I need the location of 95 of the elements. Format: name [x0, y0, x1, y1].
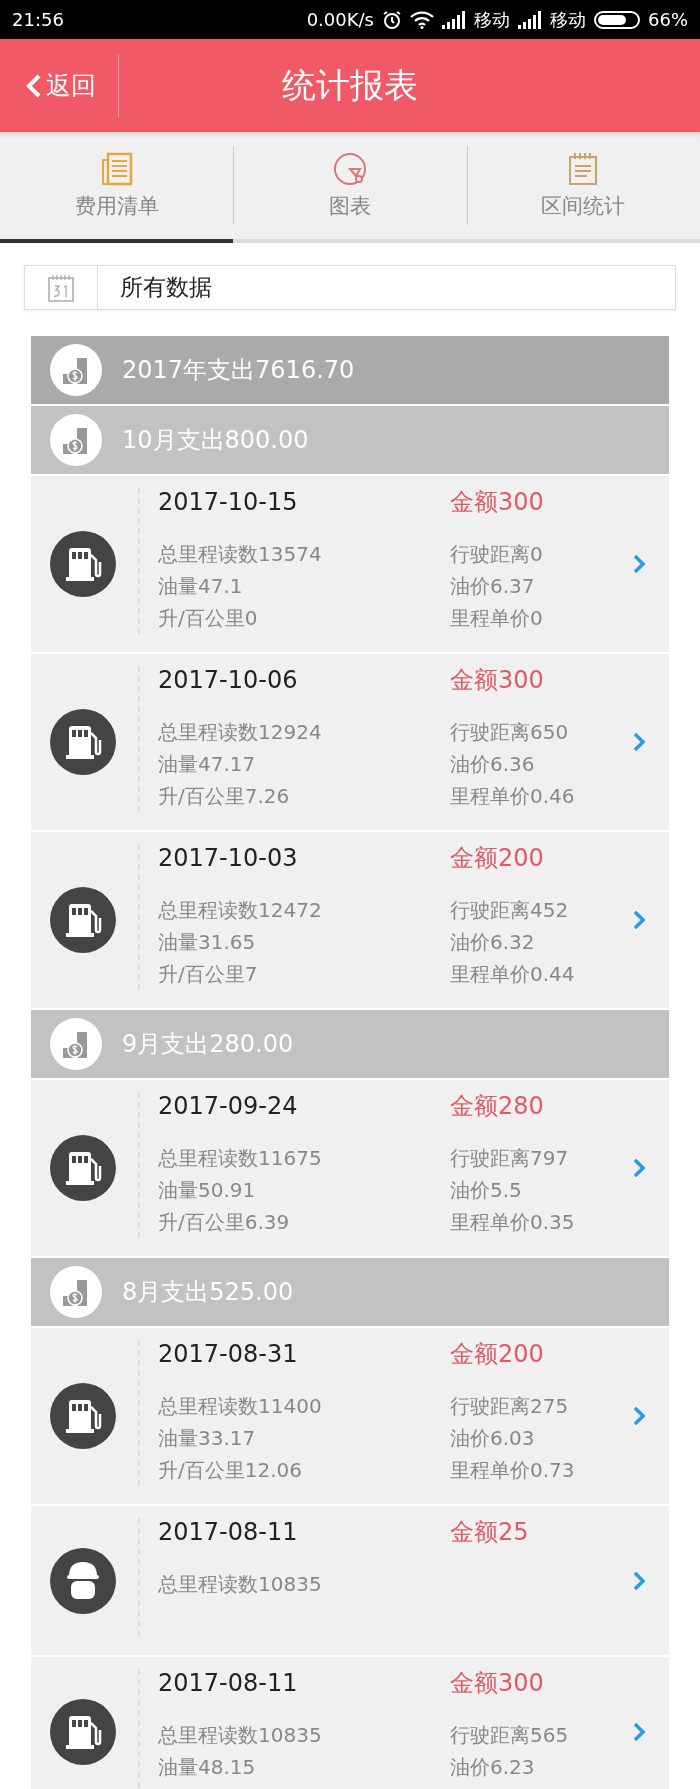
signal-icon	[518, 10, 542, 29]
entry-detail: 总里程读数11675	[158, 1145, 323, 1172]
chevron-right-icon[interactable]	[632, 731, 646, 753]
chevron-right-icon[interactable]	[632, 1720, 646, 1743]
entry-detail: 总里程读数13574	[158, 541, 323, 568]
wifi-icon	[410, 10, 434, 29]
entry-detail: 油价6.03	[450, 1425, 536, 1452]
chevron-right-icon[interactable]	[632, 1569, 646, 1592]
entry-date: 2017-10-15	[158, 488, 299, 516]
carrier-name: 移动	[474, 7, 510, 32]
expense-entry[interactable]: 2017-08-31 金额200 总里程读数11400 油量33.17 升/百公里12.06 行驶距离275 油价6.03 里程单价0.73	[31, 1328, 669, 1506]
coins-icon	[50, 414, 102, 466]
clock-time: 21:56	[12, 9, 64, 30]
entry-detail: 升/百公里7	[158, 961, 259, 988]
entry-amount: 金额280	[450, 1091, 545, 1122]
entry-date: 2017-09-24	[158, 1092, 299, 1120]
chevron-right-icon[interactable]	[632, 1157, 646, 1179]
battery-icon	[594, 10, 640, 29]
entry-amount: 金额200	[450, 843, 545, 874]
entry-detail: 油价6.37	[450, 573, 536, 600]
entry-detail: 油价5.5	[450, 1177, 523, 1204]
entry-detail: 油量31.65	[158, 929, 257, 956]
signal-icon	[442, 10, 466, 29]
month-summary: 9月支出280.00	[122, 1029, 294, 1060]
coins-icon	[50, 344, 102, 396]
entry-detail: 油量48.15	[158, 1754, 257, 1781]
chevron-right-icon[interactable]	[632, 909, 646, 931]
fuel-pump-icon	[50, 531, 116, 597]
network-speed: 0.00K/s	[306, 9, 374, 30]
calendar-icon	[48, 273, 74, 302]
entry-detail: 行驶距离452	[450, 897, 570, 924]
fuel-pump-icon	[50, 1698, 116, 1765]
alarm-icon	[382, 9, 402, 30]
coins-icon	[50, 1266, 102, 1318]
entry-amount: 金额25	[450, 1517, 530, 1548]
worker-icon	[50, 1547, 116, 1614]
chevron-right-icon[interactable]	[632, 553, 646, 575]
notepad-icon	[567, 151, 600, 186]
entry-detail: 油价6.32	[450, 929, 536, 956]
document-icon	[100, 151, 133, 186]
entry-amount: 金额300	[450, 1668, 545, 1699]
month-summary: 10月支出800.00	[122, 425, 309, 456]
entry-amount: 金额200	[450, 1339, 545, 1370]
entry-detail: 油量47.1	[158, 573, 244, 600]
fuel-pump-icon	[50, 1135, 116, 1201]
battery-percent: 66%	[648, 9, 688, 30]
entry-detail: 里程单价0.35	[450, 1209, 576, 1236]
expense-entry[interactable]: 2017-10-03 金额200 总里程读数12472 油量31.65 升/百公里7 行驶距离452 油价6.32 里程单价0.44	[31, 832, 669, 1010]
fuel-pump-icon	[50, 1383, 116, 1449]
entry-detail: 油量33.17	[158, 1425, 257, 1452]
entry-detail: 总里程读数10835	[158, 1571, 323, 1598]
entry-detail: 总里程读数12472	[158, 897, 323, 924]
entry-detail: 升/百公里0	[158, 605, 259, 632]
expense-entry[interactable]: 2017-09-24 金额280 总里程读数11675 油量50.91 升/百公里6.39 行驶距离797 油价5.5 里程单价0.35	[31, 1080, 669, 1258]
entry-amount: 金额300	[450, 487, 545, 518]
entry-detail: 行驶距离275	[450, 1393, 570, 1420]
entry-detail: 里程单价0.46	[450, 783, 576, 810]
entry-date: 2017-08-11	[158, 1669, 299, 1697]
expense-entry[interactable]: 2017-10-06 金额300 总里程读数12924 油量47.17 升/百公里7.26 行驶距离650 油价6.36 里程单价0.46	[31, 654, 669, 832]
entry-date: 2017-08-11	[158, 1518, 299, 1546]
entry-date: 2017-10-06	[158, 666, 299, 694]
expense-entry[interactable]: 2017-08-11 金额300 总里程读数10835 油量48.15 行驶距离565 油价6.23	[31, 1657, 669, 1789]
expense-entry[interactable]: 2017-08-11 金额25 总里程读数10835	[31, 1506, 669, 1657]
year-summary: 2017年支出7616.70	[122, 355, 355, 386]
entry-detail: 总里程读数12924	[158, 719, 323, 746]
carrier-name: 移动	[550, 7, 586, 32]
chart-icon	[333, 151, 367, 186]
entry-detail: 油价6.23	[450, 1754, 536, 1781]
entry-amount: 金额300	[450, 665, 545, 696]
coins-icon	[50, 1018, 102, 1070]
entry-date: 2017-08-31	[158, 1340, 299, 1368]
entry-detail: 行驶距离797	[450, 1145, 570, 1172]
chevron-left-icon	[24, 72, 42, 99]
entry-detail: 油量47.17	[158, 751, 257, 778]
entry-detail: 总里程读数11400	[158, 1393, 323, 1420]
entry-detail: 油量50.91	[158, 1177, 257, 1204]
date-filter-field[interactable]: 所有数据	[24, 265, 676, 310]
entry-detail: 里程单价0.44	[450, 961, 576, 988]
entry-date: 2017-10-03	[158, 844, 299, 872]
page-title: 统计报表	[282, 64, 418, 105]
entry-detail: 升/百公里12.06	[158, 1457, 303, 1484]
entry-detail: 油价6.36	[450, 751, 536, 778]
entry-detail: 行驶距离0	[450, 541, 544, 568]
chevron-right-icon[interactable]	[632, 1405, 646, 1427]
entry-detail: 行驶距离650	[450, 719, 570, 746]
entry-detail: 里程单价0	[450, 605, 544, 632]
entry-detail: 升/百公里7.26	[158, 783, 291, 810]
month-summary: 8月支出525.00	[122, 1277, 294, 1308]
fuel-pump-icon	[50, 709, 116, 775]
entry-detail: 总里程读数10835	[158, 1722, 323, 1749]
entry-detail: 升/百公里6.39	[158, 1209, 291, 1236]
expense-entry[interactable]: 2017-10-15 金额300 总里程读数13574 油量47.1 升/百公里0 行驶距离0 油价6.37 里程单价0	[31, 476, 669, 654]
entry-detail: 行驶距离565	[450, 1722, 570, 1749]
entry-detail: 里程单价0.73	[450, 1457, 576, 1484]
fuel-pump-icon	[50, 887, 116, 953]
